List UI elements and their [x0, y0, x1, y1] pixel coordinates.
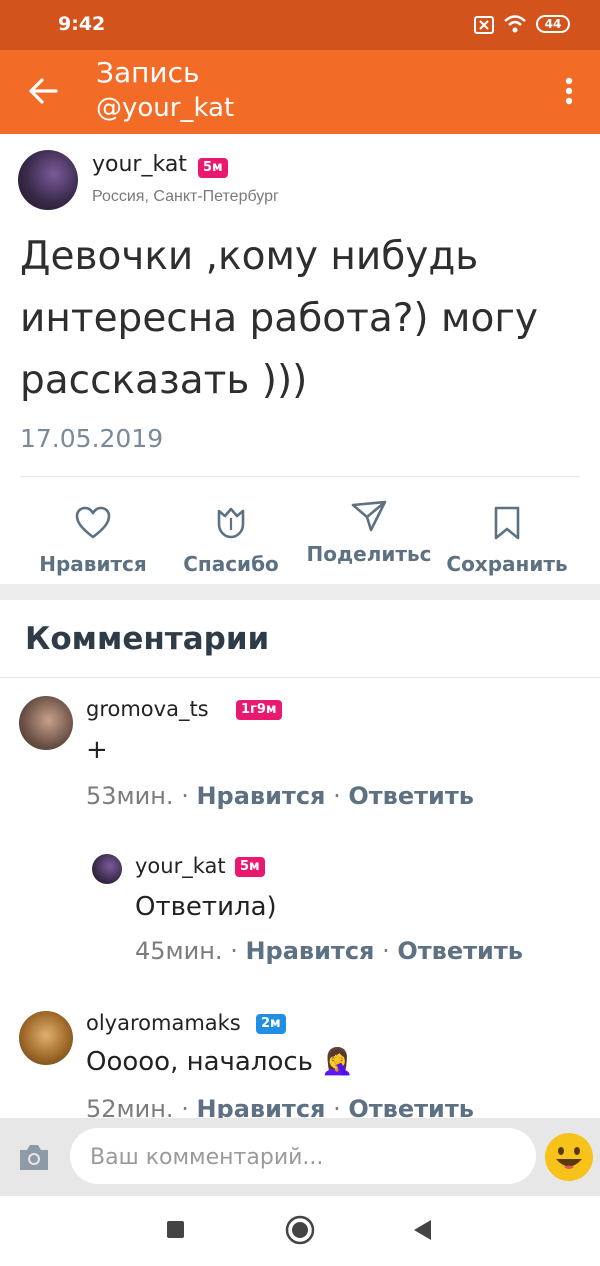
battery-level: 44 [544, 17, 562, 31]
comment-reply-link[interactable]: Ответить [397, 937, 523, 965]
commenter-avatar[interactable] [92, 854, 122, 884]
author-name[interactable]: your_kat [92, 152, 187, 177]
divider [20, 476, 580, 477]
post-text: Девочки ,кому нибудь интересна работа?) … [20, 234, 538, 403]
camera-icon[interactable] [17, 1142, 51, 1172]
author-avatar[interactable] [18, 150, 78, 210]
age-badge: 5м [198, 158, 228, 178]
status-time: 9:42 [58, 13, 106, 35]
commenter-name[interactable]: olyaromamaks [86, 1011, 241, 1035]
back-nav-icon[interactable] [412, 1219, 432, 1241]
page-subtitle: @your_kat [96, 93, 235, 123]
save-label: Сохранить [446, 552, 568, 576]
comment-meta: 45мин. · Нравится · Ответить [135, 937, 523, 965]
bookmark-icon [494, 506, 520, 540]
age-badge: 1г9м [236, 700, 282, 720]
share-icon [351, 500, 387, 532]
section-separator [0, 584, 600, 600]
comment-time: 53мин. [86, 782, 174, 810]
save-button[interactable]: Сохранить [437, 506, 577, 576]
tulip-icon [217, 507, 245, 539]
heart-icon [75, 506, 111, 539]
wifi-icon [504, 15, 526, 33]
share-label: Поделитьс [306, 542, 432, 566]
post-date: 17.05.2019 [20, 424, 164, 453]
like-label: Нравится [39, 552, 147, 576]
age-badge: 2м [256, 1014, 286, 1034]
home-icon[interactable] [285, 1215, 315, 1245]
commenter-avatar[interactable] [19, 1011, 73, 1065]
comment-like-link[interactable]: Нравится [196, 782, 325, 810]
thanks-label: Спасибо [183, 552, 279, 576]
sim-off-icon [474, 16, 494, 34]
comment-time: 45мин. [135, 937, 223, 965]
comment-input-placeholder: Ваш комментарий... [90, 1145, 324, 1170]
page-title: Запись [96, 56, 200, 89]
commenter-name[interactable]: gromova_ts [86, 697, 209, 721]
more-vert-icon[interactable] [563, 76, 575, 106]
author-location: Россия, Санкт-Петербург [92, 188, 279, 205]
recent-apps-icon[interactable] [167, 1221, 184, 1238]
back-arrow-icon[interactable] [26, 76, 60, 106]
comment-text: + [86, 735, 108, 765]
divider [0, 677, 600, 678]
comment-text: Ооооо, началось 🤦‍♀️ [86, 1047, 354, 1077]
comment-meta: 53мин. · Нравится · Ответить [86, 782, 474, 810]
like-button[interactable]: Нравится [23, 506, 163, 576]
age-badge: 5м [235, 857, 265, 877]
share-button[interactable]: Поделитьс [299, 500, 439, 584]
comment-like-link[interactable]: Нравится [245, 937, 374, 965]
comments-title: Комментарии [25, 621, 270, 657]
commenter-name[interactable]: your_kat [135, 854, 226, 878]
smiley-icon[interactable] [544, 1132, 594, 1182]
comment-reply-link[interactable]: Ответить [348, 782, 474, 810]
comment-text: Ответила) [135, 892, 277, 922]
app-bar [0, 50, 600, 134]
commenter-avatar[interactable] [19, 696, 73, 750]
thanks-button[interactable]: Спасибо [161, 506, 301, 576]
